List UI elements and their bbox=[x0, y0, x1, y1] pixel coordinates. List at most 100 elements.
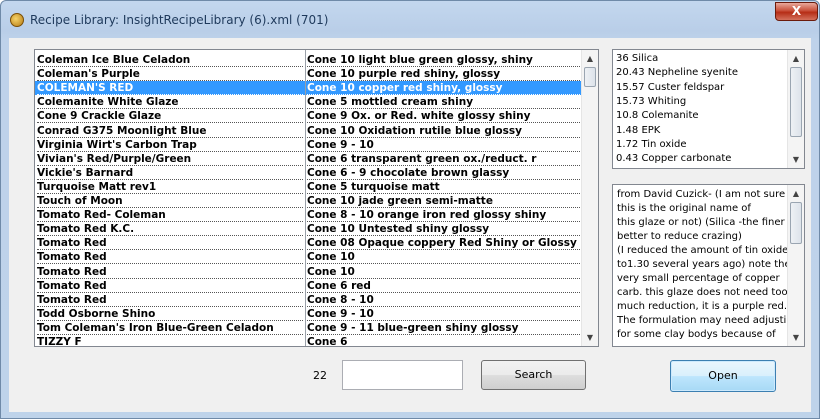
recipe-name: Coleman Ice Blue Celadon bbox=[37, 53, 303, 67]
recipe-description: Cone 5 mottled cream shiny bbox=[307, 95, 580, 110]
recipe-description: Cone 5 turquoise matt bbox=[307, 180, 580, 194]
recipe-description: Cone 9 - 10 bbox=[307, 307, 580, 321]
recipe-name: Tomato Red bbox=[37, 279, 303, 293]
notes-scrollbar[interactable]: ▲ ▼ bbox=[787, 185, 804, 346]
recipe-row[interactable]: TIZZY F Cone 6 bbox=[35, 335, 582, 346]
recipe-row[interactable]: Cone 9 Crackle Glaze Cone 9 Ox. or Red. w… bbox=[35, 109, 582, 124]
recipe-description: Cone 10 light blue green glossy, shiny bbox=[307, 53, 580, 67]
note-line: to1.30 several years ago) note the bbox=[617, 259, 791, 270]
recipe-description: Cone 8 - 10 bbox=[307, 293, 580, 307]
recipe-name: Tomato Red K.C. bbox=[37, 222, 303, 237]
recipe-name: Tomato Red bbox=[37, 293, 303, 307]
ingredient-line: 0.43 Copper carbonate bbox=[616, 153, 732, 165]
recipe-row[interactable]: Colemanite White Glaze Cone 5 mottled cre… bbox=[35, 95, 582, 110]
recipe-name: Virginia Wirt's Carbon Trap bbox=[37, 138, 303, 152]
recipe-name: Tomato Red bbox=[37, 265, 303, 279]
scroll-up-arrow-icon[interactable]: ▲ bbox=[788, 185, 804, 202]
result-count: 22 bbox=[313, 369, 327, 382]
column-divider bbox=[305, 50, 306, 346]
recipe-name: Conrad G375 Moonlight Blue bbox=[37, 124, 303, 138]
notes-scroll-thumb[interactable] bbox=[790, 202, 802, 244]
open-button[interactable]: Open bbox=[670, 360, 776, 392]
ingredient-line: 10.8 Colemanite bbox=[616, 110, 699, 122]
recipe-row[interactable]: Touch of Moon Cone 10 jade green semi-mat… bbox=[35, 194, 582, 208]
recipe-name: Cone 9 Crackle Glaze bbox=[37, 109, 303, 124]
recipe-row[interactable]: Vickie's Barnard Cone 6 - 9 chocolate bro… bbox=[35, 166, 582, 180]
recipe-library-window: Recipe Library: InsightRecipeLibrary (6)… bbox=[0, 0, 820, 419]
recipe-description: Cone 9 - 11 blue-green shiny glossy bbox=[307, 321, 580, 335]
recipe-row[interactable]: Tomato Red Cone 8 - 10 bbox=[35, 293, 582, 307]
note-line: The formulation may need adjusting bbox=[617, 315, 799, 326]
recipe-row[interactable]: Tomato Red Cone 6 red bbox=[35, 279, 582, 293]
recipe-description: Cone 10 purple red shiny, glossy bbox=[307, 67, 580, 82]
recipe-row[interactable]: Tomato Red K.C. Cone 10 Untested shiny gl… bbox=[35, 222, 582, 237]
search-button[interactable]: Search bbox=[481, 360, 586, 390]
recipe-list-scrollbar[interactable]: ▲ ▼ bbox=[581, 50, 598, 346]
recipe-description: Cone 9 Ox. or Red. white glossy shiny bbox=[307, 109, 580, 124]
scroll-up-arrow-icon[interactable]: ▲ bbox=[582, 50, 598, 67]
recipe-name: Turquoise Matt rev1 bbox=[37, 180, 303, 194]
recipe-row[interactable]: Tom Coleman's Iron Blue-Green Celadon Con… bbox=[35, 321, 582, 335]
recipe-description: Cone 10 bbox=[307, 250, 580, 265]
recipe-name: Vivian's Red/Purple/Green bbox=[37, 152, 303, 166]
note-line: very small percentage of copper bbox=[617, 273, 780, 284]
recipe-name: Colemanite White Glaze bbox=[37, 95, 303, 110]
title-bar: Recipe Library: InsightRecipeLibrary (6)… bbox=[1, 1, 819, 38]
recipe-row[interactable]: Vivian's Red/Purple/Green Cone 6 transpar… bbox=[35, 152, 582, 166]
ingredient-line: 15.73 Whiting bbox=[616, 95, 687, 107]
recipe-row[interactable]: Todd Osborne Shino Cone 9 - 10 bbox=[35, 307, 582, 321]
recipe-description: Cone 10 Untested shiny glossy bbox=[307, 222, 580, 237]
recipe-description: Cone 9 - 10 bbox=[307, 138, 580, 152]
recipe-name: Vickie's Barnard bbox=[37, 166, 303, 180]
recipe-name: Tomato Red bbox=[37, 250, 303, 265]
recipe-row[interactable]: Conrad G375 Moonlight Blue Cone 10 Oxidat… bbox=[35, 124, 582, 138]
recipe-description: Cone 10 Oxidation rutile blue glossy bbox=[307, 124, 580, 138]
ingredients-scrollbar[interactable]: ▲ ▼ bbox=[787, 50, 804, 168]
ingredients-scroll-thumb[interactable] bbox=[790, 67, 802, 137]
recipe-name: TIZZY F bbox=[37, 335, 303, 346]
recipe-row[interactable]: Virginia Wirt's Carbon Trap Cone 9 - 10 bbox=[35, 138, 582, 152]
ingredient-line: 20.43 Nepheline syenite bbox=[616, 67, 738, 79]
recipe-list[interactable]: TIZZY F Cone 6 Tom Coleman's Iron Blue-Gre… bbox=[34, 49, 599, 347]
app-icon bbox=[10, 13, 24, 27]
recipe-description: Cone 6 red bbox=[307, 279, 580, 293]
recipe-name: Tomato Red bbox=[37, 236, 303, 251]
search-input[interactable] bbox=[342, 360, 463, 390]
recipe-list-scroll-thumb[interactable] bbox=[584, 67, 596, 87]
note-line: this is the original name of bbox=[617, 203, 751, 214]
close-button[interactable]: X bbox=[775, 2, 818, 21]
recipe-description: Cone 6 - 9 chocolate brown glassy bbox=[307, 166, 580, 180]
scroll-down-arrow-icon[interactable]: ▼ bbox=[788, 151, 804, 168]
recipe-row[interactable]: Coleman Ice Blue Celadon Cone 10 light bl… bbox=[35, 53, 582, 67]
recipe-row[interactable]: Tomato Red Cone 10 bbox=[35, 265, 582, 279]
notes-box[interactable]: for some clay bodys because of The formul… bbox=[612, 184, 805, 347]
note-line: carb. this glaze does not need too bbox=[617, 287, 788, 298]
recipe-description: Cone 08 Opaque coppery Red Shiny or Glos… bbox=[307, 236, 580, 251]
recipe-row[interactable]: Coleman's Purple Cone 10 purple red shiny… bbox=[35, 67, 582, 82]
scroll-up-arrow-icon[interactable]: ▲ bbox=[788, 50, 804, 67]
dialog-client-area: TIZZY F Cone 6 Tom Coleman's Iron Blue-Gre… bbox=[9, 38, 811, 412]
recipe-row[interactable]: Tomato Red Cone 08 Opaque coppery Red Shi… bbox=[35, 236, 582, 251]
recipe-row[interactable]: Tomato Red Cone 10 bbox=[35, 250, 582, 265]
note-line: for some clay bodys because of bbox=[617, 329, 776, 340]
ingredient-line: 1.48 EPK bbox=[616, 124, 661, 136]
note-line: this glaze or not) (Silica -the finer th… bbox=[617, 217, 805, 228]
recipe-description: Cone 10 copper red shiny, glossy bbox=[307, 81, 580, 96]
recipe-name: Tom Coleman's Iron Blue-Green Celadon bbox=[37, 321, 303, 335]
recipe-name: Tomato Red- Coleman bbox=[37, 208, 303, 223]
scroll-down-arrow-icon[interactable]: ▼ bbox=[788, 329, 804, 346]
recipe-description: Cone 6 bbox=[307, 335, 580, 346]
recipe-row[interactable]: COLEMAN'S RED Cone 10 copper red shiny, g… bbox=[35, 81, 582, 96]
window-title: Recipe Library: InsightRecipeLibrary (6)… bbox=[30, 13, 329, 27]
ingredient-line: 15.57 Custer feldspar bbox=[616, 81, 725, 93]
scroll-down-arrow-icon[interactable]: ▼ bbox=[582, 329, 598, 346]
note-line: much reduction, it is a purple red. bbox=[617, 301, 788, 312]
recipe-description: Cone 10 jade green semi-matte bbox=[307, 194, 580, 208]
ingredients-box[interactable]: 0.43 Copper carbonate 1.72 Tin oxide 1.48 … bbox=[612, 49, 805, 169]
recipe-description: Cone 10 bbox=[307, 265, 580, 279]
ingredient-line: 1.72 Tin oxide bbox=[616, 138, 687, 150]
recipe-row[interactable]: Turquoise Matt rev1 Cone 5 turquoise matt bbox=[35, 180, 582, 194]
note-line: better to reduce crazing) bbox=[617, 231, 742, 242]
recipe-row[interactable]: Tomato Red- Coleman Cone 8 - 10 orange ir… bbox=[35, 208, 582, 223]
recipe-name: COLEMAN'S RED bbox=[37, 81, 303, 96]
